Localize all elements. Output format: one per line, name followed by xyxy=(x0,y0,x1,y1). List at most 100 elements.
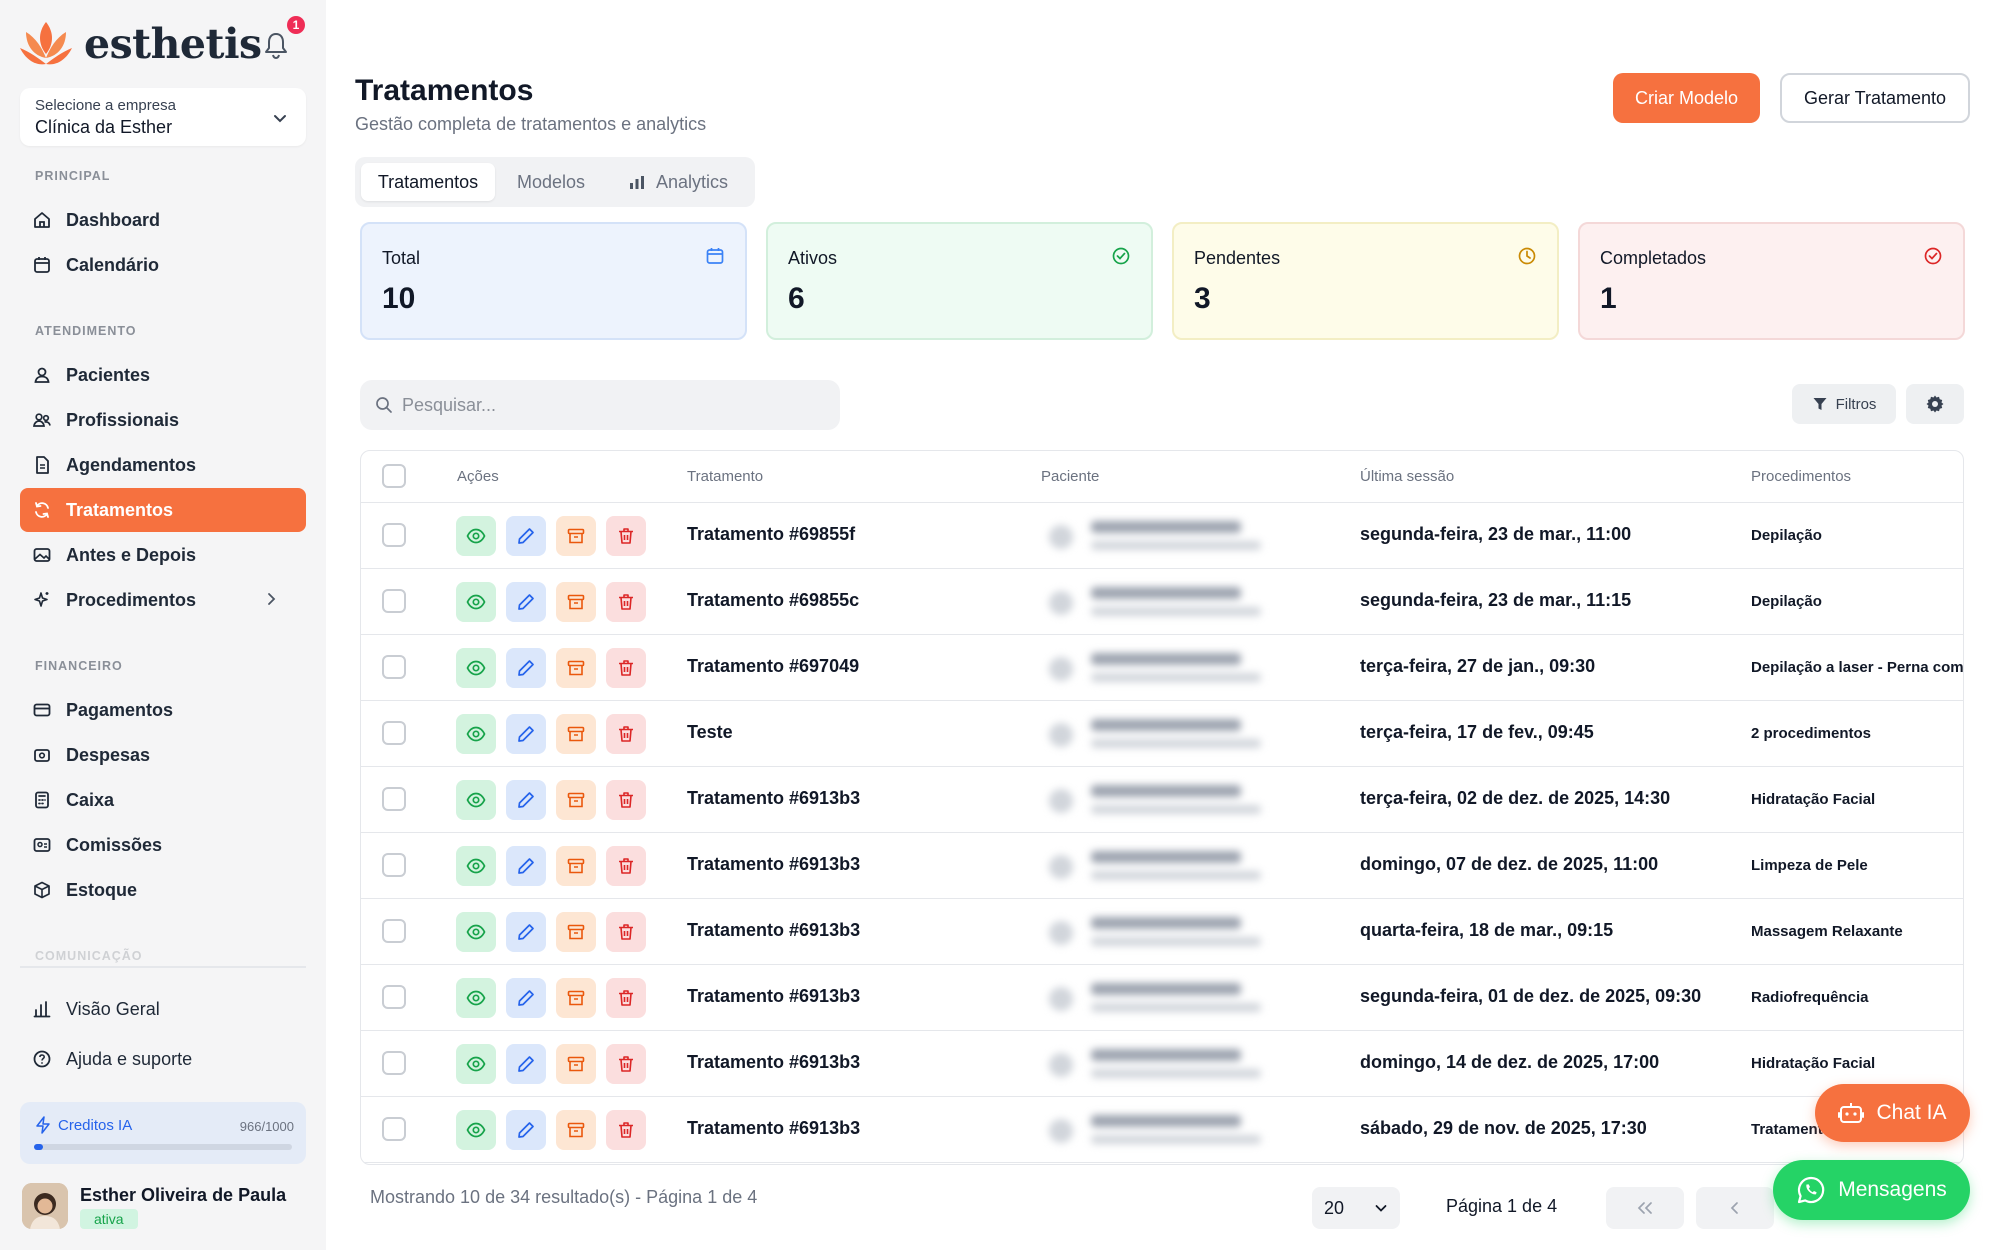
sidebar-item-pagamentos[interactable]: Pagamentos xyxy=(20,688,306,732)
edit-button[interactable] xyxy=(506,1110,546,1150)
tab-analytics[interactable]: Analytics xyxy=(607,163,749,201)
sidebar-item-calendario[interactable]: Calendário xyxy=(20,243,306,287)
row-checkbox[interactable] xyxy=(382,853,406,877)
sidebar-item-profissionais[interactable]: Profissionais xyxy=(20,398,306,442)
generate-treatment-button[interactable]: Gerar Tratamento xyxy=(1780,73,1970,123)
sidebar-item-tratamentos[interactable]: Tratamentos xyxy=(20,488,306,532)
archive-button[interactable] xyxy=(556,648,596,688)
table-row[interactable]: Tratamento #69855c segunda-feira, 23 de … xyxy=(361,569,1963,635)
table-row[interactable]: Tratamento #6913b3 sábado, 29 de nov. de… xyxy=(361,1097,1963,1163)
chat-ia-button[interactable]: Chat IA xyxy=(1815,1084,1970,1142)
sidebar-item-ajuda[interactable]: Ajuda e suporte xyxy=(20,1037,306,1081)
delete-button[interactable] xyxy=(606,516,646,556)
delete-button[interactable] xyxy=(606,1044,646,1084)
view-button[interactable] xyxy=(456,978,496,1018)
sidebar-item-antes-depois[interactable]: Antes e Depois xyxy=(20,533,306,577)
table-row[interactable]: Tratamento #69855f segunda-feira, 23 de … xyxy=(361,503,1963,569)
archive-button[interactable] xyxy=(556,714,596,754)
table-row[interactable]: Tratamento #6913b3 domingo, 07 de dez. d… xyxy=(361,833,1963,899)
delete-button[interactable] xyxy=(606,582,646,622)
delete-button[interactable] xyxy=(606,912,646,952)
row-checkbox[interactable] xyxy=(382,523,406,547)
archive-button[interactable] xyxy=(556,780,596,820)
company-selector[interactable]: Selecione a empresa Clínica da Esther xyxy=(20,88,306,146)
notification-badge: 1 xyxy=(287,16,305,34)
sidebar-item-dashboard[interactable]: Dashboard xyxy=(20,198,306,242)
row-checkbox[interactable] xyxy=(382,787,406,811)
delete-button[interactable] xyxy=(606,780,646,820)
settings-button[interactable] xyxy=(1906,384,1964,424)
edit-button[interactable] xyxy=(506,648,546,688)
view-button[interactable] xyxy=(456,714,496,754)
archive-button[interactable] xyxy=(556,1044,596,1084)
table-row[interactable]: Tratamento #6913b3 terça-feira, 02 de de… xyxy=(361,767,1963,833)
sidebar-item-despesas[interactable]: Despesas xyxy=(20,733,306,777)
table-row[interactable]: Tratamento #6913b3 domingo, 14 de dez. d… xyxy=(361,1031,1963,1097)
table-row[interactable]: Tratamento #6913b3 quarta-feira, 18 de m… xyxy=(361,899,1963,965)
delete-button[interactable] xyxy=(606,648,646,688)
view-button[interactable] xyxy=(456,912,496,952)
user-profile[interactable]: Esther Oliveira de Paula ativa xyxy=(20,1180,310,1236)
sidebar-item-caixa[interactable]: Caixa xyxy=(20,778,306,822)
archive-button[interactable] xyxy=(556,912,596,952)
delete-button[interactable] xyxy=(606,846,646,886)
edit-button[interactable] xyxy=(506,516,546,556)
view-button[interactable] xyxy=(456,1110,496,1150)
per-page-select[interactable]: 20 xyxy=(1312,1187,1400,1229)
archive-button[interactable] xyxy=(556,516,596,556)
archive-button[interactable] xyxy=(556,846,596,886)
edit-button[interactable] xyxy=(506,714,546,754)
view-button[interactable] xyxy=(456,516,496,556)
last-session-date: domingo, 14 de dez. de 2025, 17:00 xyxy=(1360,1052,1660,1072)
row-checkbox[interactable] xyxy=(382,1117,406,1141)
view-button[interactable] xyxy=(456,648,496,688)
create-model-button[interactable]: Criar Modelo xyxy=(1613,73,1760,123)
previous-page-button[interactable] xyxy=(1696,1187,1774,1229)
messages-button[interactable]: Mensagens xyxy=(1773,1160,1970,1220)
edit-button[interactable] xyxy=(506,1044,546,1084)
row-checkbox[interactable] xyxy=(382,655,406,679)
credits-card[interactable]: Creditos IA 966/1000 xyxy=(20,1102,306,1164)
view-button[interactable] xyxy=(456,780,496,820)
treatment-name: Tratamento #6913b3 xyxy=(687,920,861,940)
search-input[interactable] xyxy=(402,390,822,420)
row-checkbox[interactable] xyxy=(382,1051,406,1075)
filters-button[interactable]: Filtros xyxy=(1792,384,1896,424)
first-page-button[interactable] xyxy=(1606,1187,1684,1229)
edit-button[interactable] xyxy=(506,978,546,1018)
archive-button[interactable] xyxy=(556,978,596,1018)
sidebar-item-procedimentos[interactable]: Procedimentos xyxy=(20,578,306,622)
logo[interactable]: esthetis xyxy=(18,18,262,70)
table-row[interactable]: Tratamento #697049 terça-feira, 27 de ja… xyxy=(361,635,1963,701)
refresh-icon xyxy=(35,502,49,518)
select-all-checkbox[interactable] xyxy=(382,464,406,488)
row-checkbox[interactable] xyxy=(382,919,406,943)
edit-button[interactable] xyxy=(506,912,546,952)
sidebar-item-pacientes[interactable]: Pacientes xyxy=(20,353,306,397)
delete-button[interactable] xyxy=(606,1110,646,1150)
table-row[interactable]: Teste terça-feira, 17 de fev., 09:45 2 p… xyxy=(361,701,1963,767)
bell-icon[interactable] xyxy=(260,26,292,62)
archive-button[interactable] xyxy=(556,582,596,622)
bar-chart-icon xyxy=(629,176,644,189)
chevrons-left-icon xyxy=(1637,1202,1652,1214)
table-row[interactable]: Tratamento #6913b3 segunda-feira, 01 de … xyxy=(361,965,1963,1031)
delete-button[interactable] xyxy=(606,978,646,1018)
archive-button[interactable] xyxy=(556,1110,596,1150)
edit-button[interactable] xyxy=(506,582,546,622)
sidebar-item-estoque[interactable]: Estoque xyxy=(20,868,306,912)
view-button[interactable] xyxy=(456,582,496,622)
row-checkbox[interactable] xyxy=(382,589,406,613)
delete-button[interactable] xyxy=(606,714,646,754)
sidebar-item-comissoes[interactable]: Comissões xyxy=(20,823,306,867)
view-button[interactable] xyxy=(456,1044,496,1084)
sidebar-item-agendamentos[interactable]: Agendamentos xyxy=(20,443,306,487)
view-button[interactable] xyxy=(456,846,496,886)
sidebar-item-visao-geral[interactable]: Visão Geral xyxy=(20,987,306,1031)
edit-button[interactable] xyxy=(506,780,546,820)
tab-tratamentos[interactable]: Tratamentos xyxy=(361,163,495,201)
row-checkbox[interactable] xyxy=(382,985,406,1009)
row-checkbox[interactable] xyxy=(382,721,406,745)
tab-modelos[interactable]: Modelos xyxy=(501,163,601,201)
edit-button[interactable] xyxy=(506,846,546,886)
